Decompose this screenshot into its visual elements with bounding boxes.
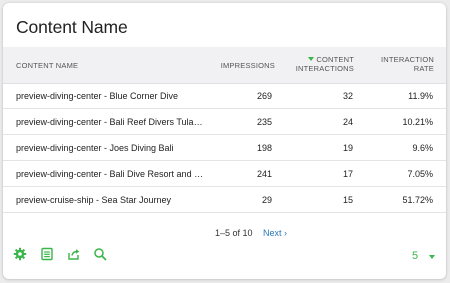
pagination-range: 1–5 of 10 [215, 228, 253, 238]
sort-descending-icon [308, 57, 315, 61]
table-row[interactable]: preview-diving-center - Joes Diving Bali… [3, 135, 446, 161]
cell-impressions: 241 [256, 169, 272, 179]
column-header-content-interactions-line2: INTERACTIONS [295, 63, 354, 73]
cell-content-name: preview-diving-center - Bali Dive Resort… [16, 169, 204, 179]
content-name-card: Content Name CONTENT NAME IMPRESSIONS CO… [3, 3, 446, 279]
table-row[interactable]: preview-cruise-ship - Sea Star Journey 2… [3, 187, 446, 213]
next-page-link[interactable]: Next › [263, 228, 287, 238]
card-title: Content Name [16, 17, 128, 37]
table-row[interactable]: preview-diving-center - Blue Corner Dive… [3, 83, 446, 109]
page-size-select[interactable]: 5 [412, 250, 418, 262]
cell-interaction-rate: 9.6% [412, 143, 433, 153]
chevron-down-icon[interactable] [429, 255, 435, 259]
table-row[interactable]: preview-diving-center - Bali Dive Resort… [3, 161, 446, 187]
cell-content-name: preview-diving-center - Blue Corner Dive [16, 91, 179, 101]
column-header-interaction-rate-line2: RATE [413, 63, 434, 73]
cell-impressions: 269 [256, 91, 272, 101]
column-header-content-name[interactable]: CONTENT NAME [16, 61, 78, 71]
cell-content-interactions: 32 [342, 91, 353, 101]
column-header-impressions[interactable]: IMPRESSIONS [221, 61, 275, 71]
table-body: preview-diving-center - Blue Corner Dive… [3, 83, 446, 213]
search-icon[interactable] [93, 247, 107, 261]
cell-content-interactions: 15 [342, 195, 353, 205]
cell-content-name: preview-diving-center - Joes Diving Bali [16, 143, 174, 153]
table-header: CONTENT NAME IMPRESSIONS CONTENT INTERAC… [3, 47, 446, 84]
cell-content-interactions: 19 [342, 143, 353, 153]
cell-interaction-rate: 10.21% [402, 117, 433, 127]
cell-impressions: 198 [256, 143, 272, 153]
column-header-content-interactions[interactable]: CONTENT INTERACTIONS [284, 55, 354, 73]
gear-icon[interactable] [13, 247, 27, 261]
cell-interaction-rate: 7.05% [407, 169, 433, 179]
cell-content-name: preview-cruise-ship - Sea Star Journey [16, 195, 172, 205]
cell-interaction-rate: 51.72% [402, 195, 433, 205]
cell-content-name: preview-diving-center - Bali Reef Divers… [16, 117, 203, 127]
cell-content-interactions: 17 [342, 169, 353, 179]
column-header-interaction-rate[interactable]: INTERACTION RATE [364, 55, 434, 73]
cell-content-interactions: 24 [342, 117, 353, 127]
table-icon[interactable] [40, 247, 54, 261]
export-icon[interactable] [67, 247, 81, 261]
cell-impressions: 29 [261, 195, 272, 205]
table-row[interactable]: preview-diving-center - Bali Reef Divers… [3, 109, 446, 135]
cell-impressions: 235 [256, 117, 272, 127]
cell-interaction-rate: 11.9% [408, 91, 433, 101]
